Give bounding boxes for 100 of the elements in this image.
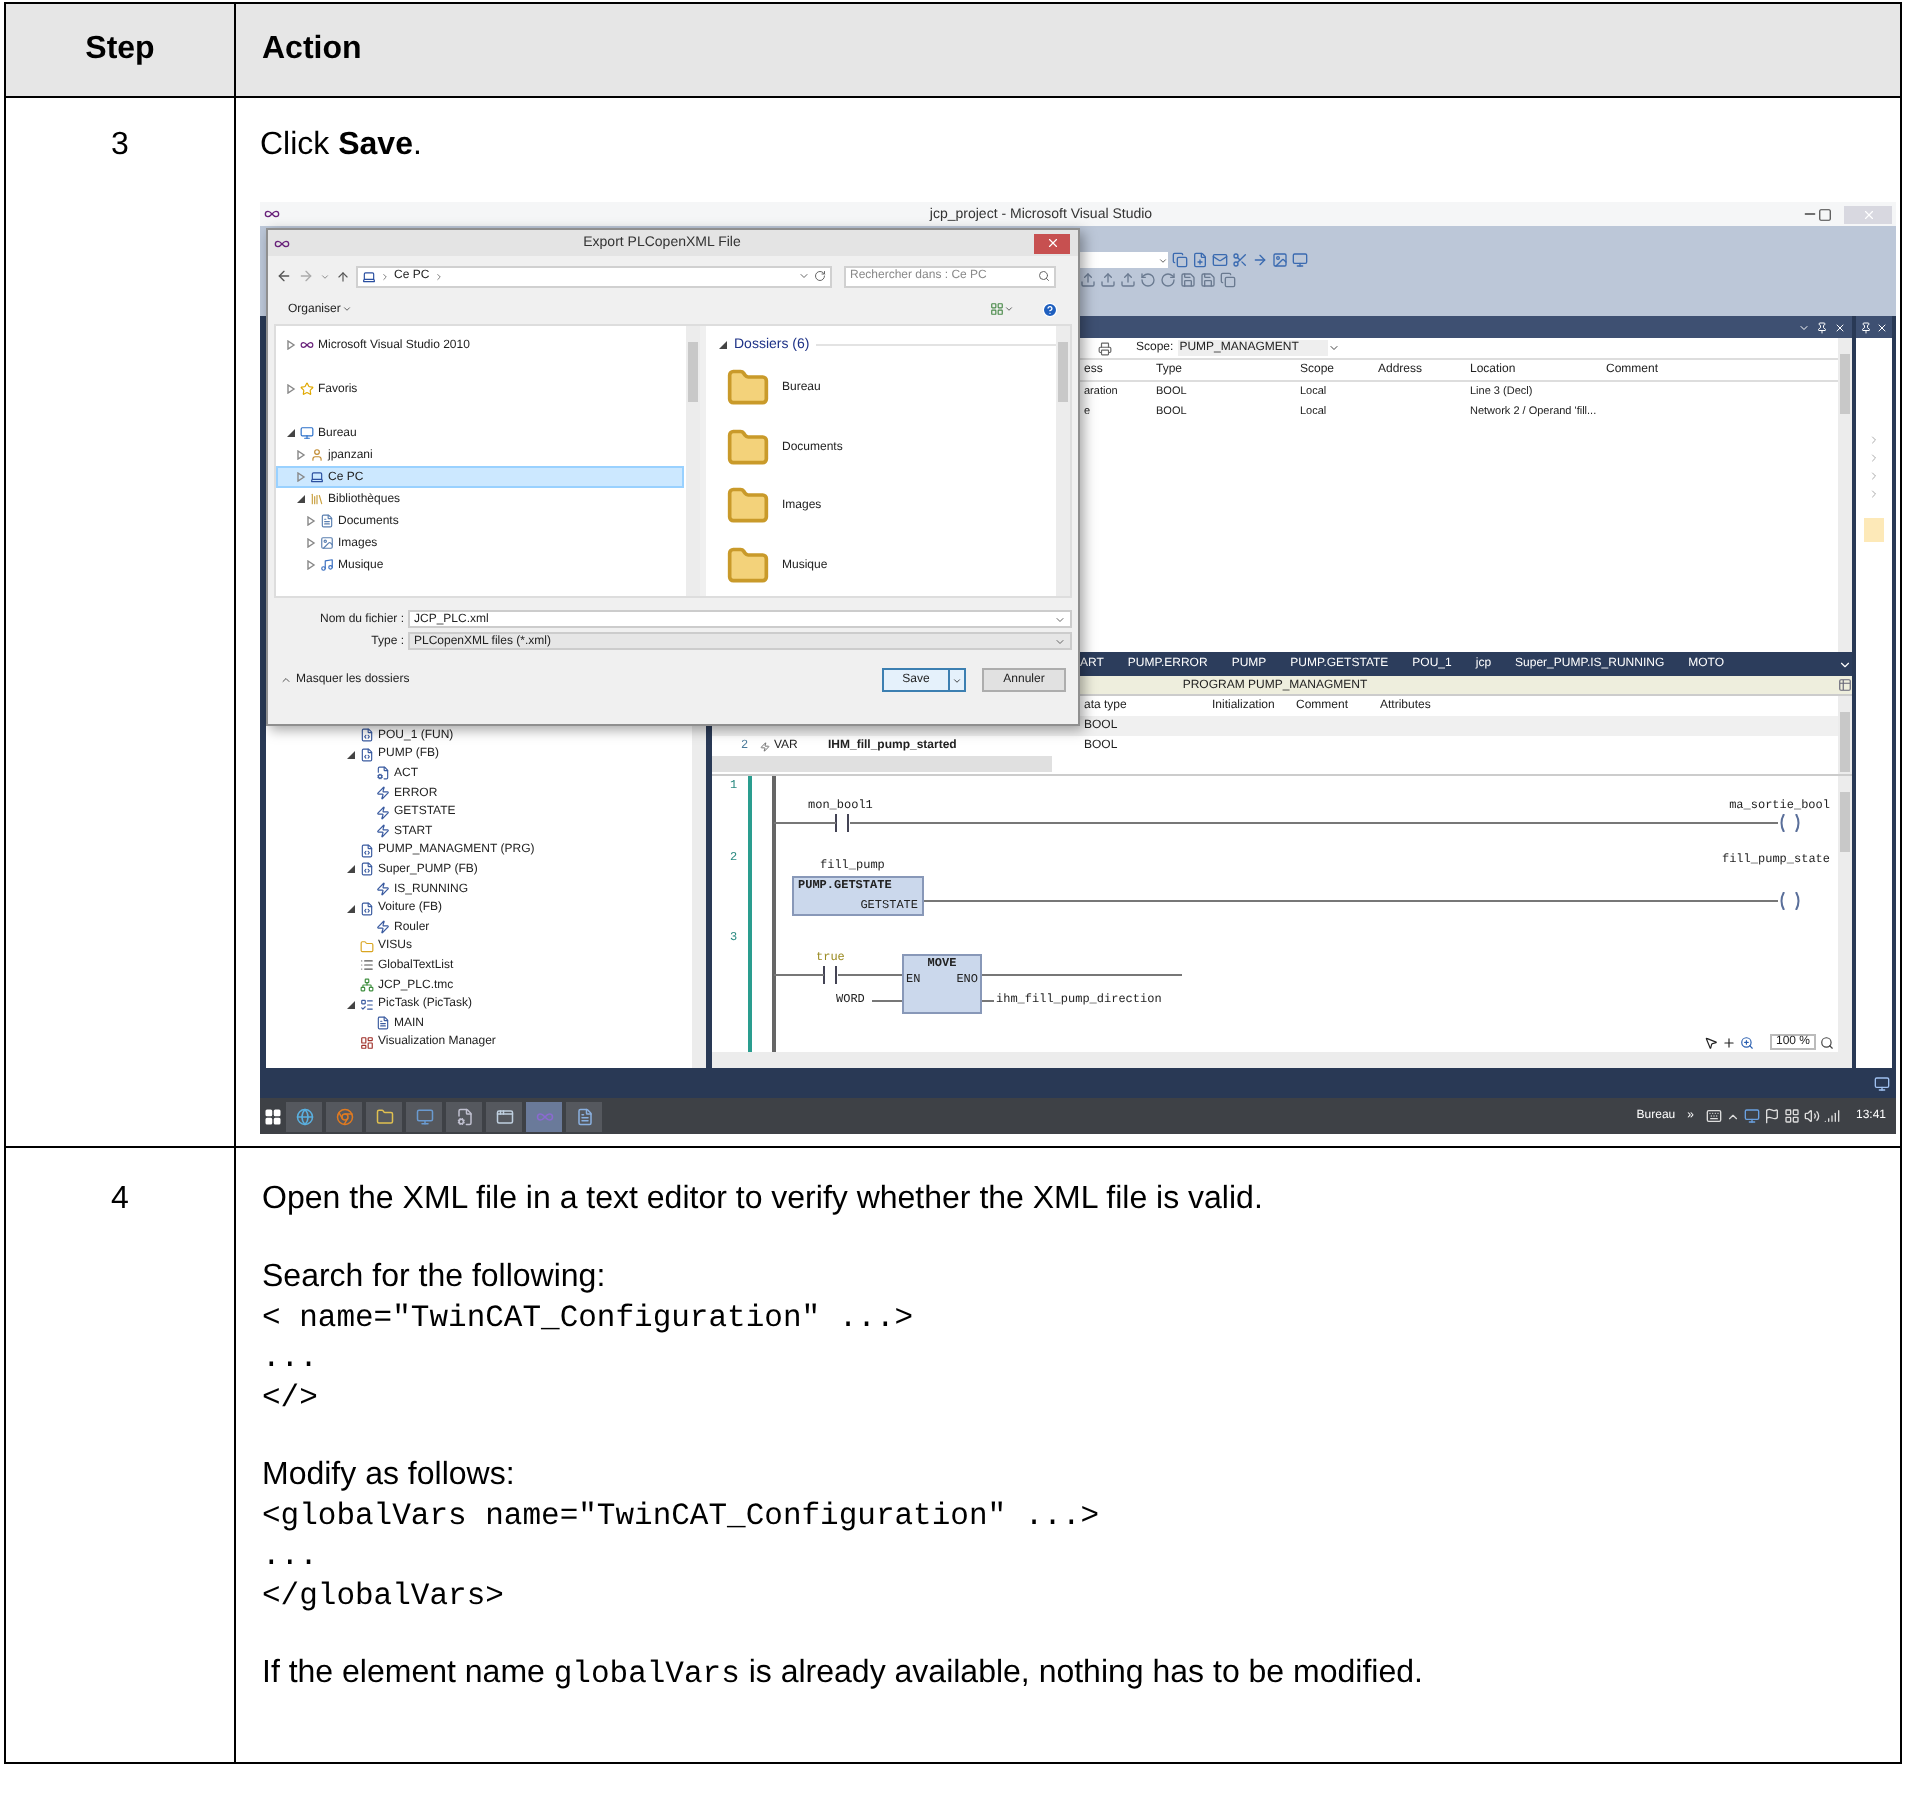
printer-icon[interactable] <box>1098 341 1112 355</box>
wire-line <box>774 974 824 976</box>
collapsed-arrow-icon[interactable] <box>296 472 306 482</box>
expanded-arrow-icon[interactable] <box>718 340 728 351</box>
chevron-right-icon <box>380 271 390 281</box>
scrollbar-thumb[interactable] <box>1840 792 1850 852</box>
signal-icon[interactable] <box>1823 1108 1840 1124</box>
refresh-icon[interactable] <box>814 270 826 282</box>
close-button[interactable] <box>1034 233 1070 253</box>
collapsed-arrow-icon[interactable] <box>286 340 296 350</box>
expanded-arrow-icon[interactable] <box>346 999 356 1010</box>
collapsed-arrow-icon[interactable] <box>306 560 316 570</box>
scrollbar[interactable] <box>1838 338 1852 652</box>
monitor-icon[interactable] <box>1743 1108 1760 1124</box>
folder-icon <box>726 365 770 410</box>
taskbar-button[interactable] <box>486 1101 522 1131</box>
monitor-icon <box>415 1107 433 1125</box>
upload-icon[interactable] <box>1080 272 1096 288</box>
upload-icon[interactable] <box>1120 272 1136 288</box>
plus-icon[interactable] <box>1721 1035 1736 1049</box>
taskbar-button[interactable] <box>406 1101 442 1131</box>
expanded-arrow-icon[interactable] <box>346 864 356 875</box>
scrollbar-thumb[interactable] <box>1840 354 1850 414</box>
collapsed-arrow-icon[interactable] <box>306 516 316 526</box>
windows-logo-icon[interactable] <box>1783 1108 1800 1124</box>
task-list-icon <box>360 997 374 1012</box>
expanded-arrow-icon[interactable] <box>296 494 306 504</box>
copy-icon[interactable] <box>1220 272 1236 288</box>
taskbar-button[interactable] <box>366 1101 402 1131</box>
music-note-icon <box>320 558 334 572</box>
taskbar-button[interactable] <box>326 1101 362 1131</box>
browser-icon <box>335 1107 353 1125</box>
folder-icon <box>375 1107 393 1125</box>
scrollbar[interactable] <box>686 326 700 596</box>
step-number: 3 <box>111 128 129 162</box>
folder-icon <box>726 484 770 529</box>
help-icon[interactable] <box>1042 301 1058 317</box>
undo-icon[interactable] <box>1140 272 1156 288</box>
scrollbar[interactable] <box>1056 326 1070 596</box>
up-arrow-icon[interactable] <box>336 269 350 283</box>
infinity-icon <box>535 1107 553 1125</box>
scrollbar[interactable] <box>1838 776 1852 1052</box>
save-icon[interactable] <box>1200 272 1216 288</box>
close-icon[interactable] <box>1876 321 1888 333</box>
maximize-icon[interactable] <box>1818 207 1832 221</box>
speaker-icon[interactable] <box>1803 1108 1820 1124</box>
pointer-icon[interactable] <box>1703 1035 1718 1049</box>
table-icon[interactable] <box>1838 678 1852 692</box>
taskbar-button[interactable] <box>566 1101 602 1131</box>
picture-icon <box>320 536 334 550</box>
lightning-icon <box>376 882 390 897</box>
folder-icon <box>360 939 374 954</box>
expanded-arrow-icon[interactable] <box>286 428 296 438</box>
monitor-icon[interactable] <box>1292 252 1308 268</box>
search-icon[interactable] <box>1820 1035 1834 1049</box>
scrollbar[interactable] <box>1838 696 1852 774</box>
taskbar-button[interactable] <box>446 1101 482 1131</box>
envelope-icon[interactable] <box>1212 252 1228 268</box>
scissors-icon[interactable] <box>1232 252 1248 268</box>
upload-icon[interactable] <box>1100 272 1116 288</box>
expanded-arrow-icon[interactable] <box>346 749 356 760</box>
scrollbar-thumb[interactable] <box>1840 712 1850 772</box>
chevron-up-icon[interactable] <box>1725 1109 1740 1123</box>
copy-icon[interactable] <box>1172 252 1188 268</box>
coil-symbol <box>1778 892 1802 910</box>
collapsed-arrow-icon[interactable] <box>286 384 296 394</box>
code-file-icon <box>360 843 374 858</box>
keyboard-icon[interactable] <box>1705 1108 1722 1124</box>
save-icon[interactable] <box>1180 272 1196 288</box>
document-icon <box>320 514 334 528</box>
caret-icon[interactable] <box>1838 657 1852 671</box>
collapsed-arrow-icon[interactable] <box>296 450 306 460</box>
expanded-arrow-icon[interactable] <box>346 903 356 914</box>
collapsed-arrow-icon[interactable] <box>306 538 316 548</box>
picture-icon[interactable] <box>1272 252 1288 268</box>
pin-icon[interactable] <box>1860 321 1872 333</box>
save-dropdown-button[interactable] <box>950 668 966 692</box>
redo-icon[interactable] <box>1160 272 1176 288</box>
windows-logo-icon[interactable] <box>264 1107 282 1125</box>
folder-icon <box>726 425 770 470</box>
folder-icon <box>726 544 770 589</box>
side-tab-marker[interactable] <box>1864 518 1884 542</box>
column-header: Step <box>5 3 235 97</box>
view-icon[interactable] <box>990 302 1004 316</box>
close-icon[interactable] <box>1834 321 1846 333</box>
pin-icon[interactable] <box>1816 321 1828 333</box>
forward-icon[interactable] <box>298 268 314 284</box>
scrollbar-thumb[interactable] <box>1058 342 1068 402</box>
horizontal-scrollbar[interactable] <box>712 756 1052 772</box>
file-plus-icon[interactable] <box>1192 252 1208 268</box>
scrollbar-thumb[interactable] <box>688 342 698 402</box>
wire-line <box>982 1000 994 1002</box>
flag-icon[interactable] <box>1763 1108 1780 1124</box>
zoom-icon[interactable] <box>1739 1035 1754 1049</box>
horizontal-scrollbar[interactable] <box>712 1052 1852 1068</box>
back-icon[interactable] <box>276 268 292 284</box>
monitor-icon <box>300 426 314 440</box>
arrow-icon[interactable] <box>1252 252 1268 268</box>
monitor-icon[interactable] <box>1874 1075 1890 1091</box>
taskbar-button[interactable] <box>286 1101 322 1131</box>
